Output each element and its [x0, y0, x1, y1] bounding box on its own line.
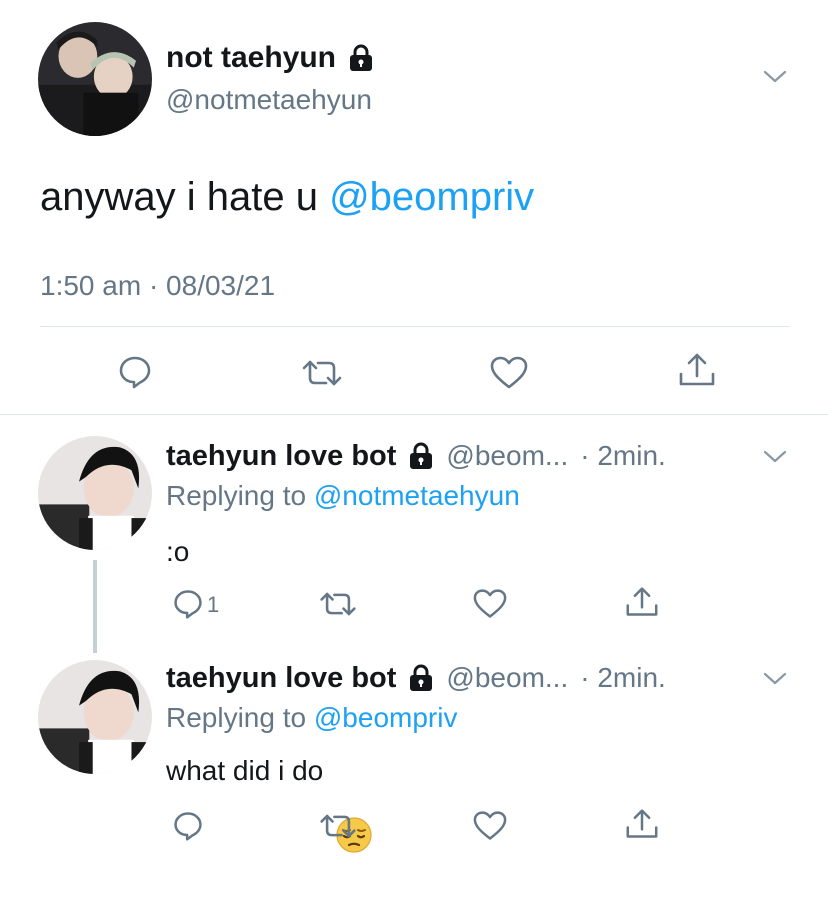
reply-time[interactable]: · 2min.: [580, 662, 666, 694]
reply-icon[interactable]: [117, 354, 153, 390]
handle[interactable]: @notmetaehyun: [166, 84, 372, 116]
reply-text-body: what did i do: [166, 755, 324, 786]
replying-prefix: Replying to: [166, 702, 314, 733]
display-name[interactable]: taehyun love bot: [166, 440, 396, 473]
retweet-icon[interactable]: [318, 590, 358, 618]
lock-icon: [348, 44, 374, 72]
reply-header: taehyun love bot @beom... · 2min.: [166, 660, 666, 696]
chevron-down-icon[interactable]: [762, 446, 788, 466]
thread-line: [93, 560, 97, 653]
retweet-icon[interactable]: [318, 812, 358, 840]
tweet-text: anyway i hate u @beompriv: [40, 174, 534, 220]
replying-to: Replying to @beompriv: [166, 702, 457, 734]
reply-header: taehyun love bot @beom... · 2min.: [166, 438, 666, 474]
chevron-down-icon[interactable]: [762, 66, 788, 86]
chevron-down-icon[interactable]: [762, 668, 788, 688]
retweet-icon[interactable]: [300, 358, 344, 388]
handle[interactable]: @beom...: [446, 440, 568, 472]
tweet-text-body: anyway i hate u: [40, 175, 330, 219]
timestamp[interactable]: 1:50 am · 08/03/21: [40, 270, 275, 302]
like-icon[interactable]: [489, 355, 529, 391]
reply-time[interactable]: · 2min.: [580, 440, 666, 472]
divider: [40, 326, 790, 327]
reply-text: what did i do: [166, 752, 373, 853]
handle[interactable]: @beom...: [446, 662, 568, 694]
replying-to-link[interactable]: @beompriv: [314, 702, 458, 733]
lock-icon: [408, 442, 434, 470]
share-icon[interactable]: [677, 352, 717, 388]
replying-to-link[interactable]: @notmetaehyun: [314, 480, 520, 511]
display-name[interactable]: taehyun love bot: [166, 662, 396, 695]
avatar[interactable]: [38, 436, 152, 550]
lock-icon: [408, 664, 434, 692]
like-icon[interactable]: [472, 810, 508, 842]
mention-link[interactable]: @beompriv: [329, 175, 534, 219]
share-icon[interactable]: [624, 586, 660, 618]
share-icon[interactable]: [624, 808, 660, 840]
reply-icon[interactable]: [172, 810, 204, 842]
replying-prefix: Replying to: [166, 480, 314, 511]
pensive-emoji-icon: [335, 752, 373, 853]
divider: [0, 414, 828, 415]
replying-to: Replying to @notmetaehyun: [166, 480, 520, 512]
reply-text: :o: [166, 536, 190, 567]
reply-icon[interactable]: [172, 588, 204, 620]
avatar[interactable]: [38, 660, 152, 774]
display-name[interactable]: not taehyun: [166, 41, 336, 75]
reply-count: 1: [207, 592, 220, 617]
display-name-row: not taehyun: [166, 40, 374, 76]
like-icon[interactable]: [472, 588, 508, 620]
avatar[interactable]: [38, 22, 152, 136]
